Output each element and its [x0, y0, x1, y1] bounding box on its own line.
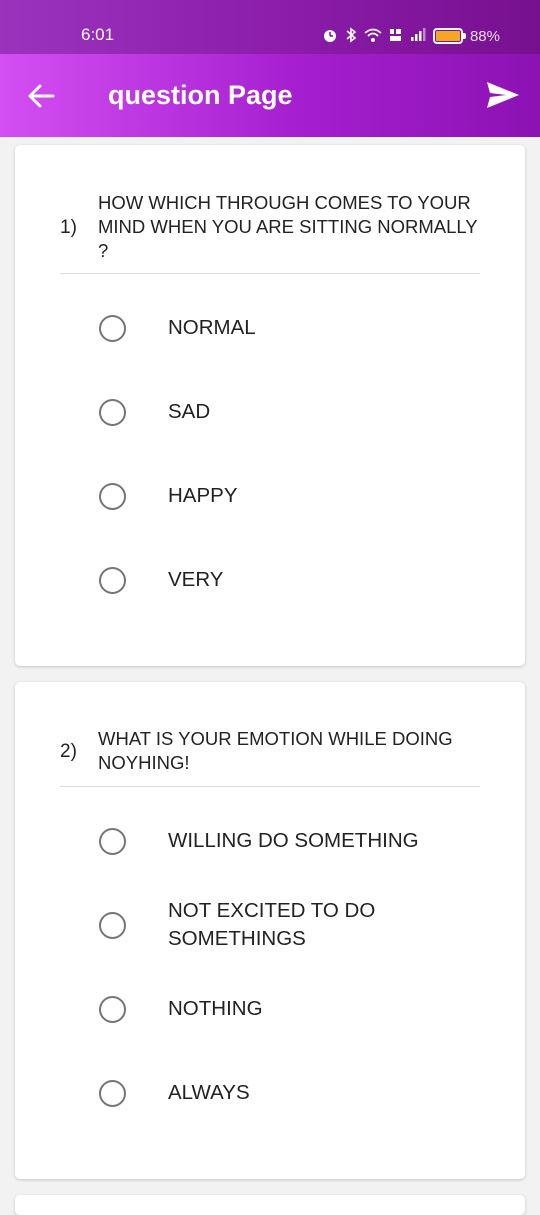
signal-icon [410, 27, 426, 45]
radio-button[interactable] [99, 566, 126, 594]
status-time: 6:01 [81, 25, 115, 44]
option-nothing[interactable]: NOTHING [99, 987, 499, 1031]
option-willing-do-something[interactable]: WILLING DO SOMETHING [99, 819, 499, 863]
option-sad[interactable]: SAD [99, 390, 499, 434]
question-card-3 [15, 1195, 525, 1215]
radio-button[interactable] [99, 398, 126, 426]
radio-button[interactable] [99, 482, 126, 510]
divider [60, 786, 480, 787]
radio-button[interactable] [99, 995, 126, 1023]
option-label: NOTHING [168, 997, 263, 1020]
battery-icon [432, 28, 466, 44]
option-label: NOT EXCITED TO DO SOMETHINGS [168, 899, 376, 950]
option-label: VERY [168, 568, 224, 591]
app-bar: question Page [0, 54, 540, 137]
option-very[interactable]: VERY [99, 558, 499, 602]
status-bar: 6:01 88% [0, 0, 540, 54]
radio-button[interactable] [99, 314, 126, 342]
alarm-icon [322, 27, 338, 46]
option-label: ALWAYS [168, 1081, 250, 1104]
option-label: NORMAL [168, 316, 256, 339]
option-always[interactable]: ALWAYS [99, 1071, 499, 1115]
wifi-icon [364, 27, 382, 46]
radio-button[interactable] [99, 827, 126, 855]
option-label: SAD [168, 400, 211, 423]
option-happy[interactable]: HAPPY [99, 474, 499, 518]
battery-percent: 88% [469, 27, 500, 45]
option-label: HAPPY [168, 484, 238, 507]
volte-icon [389, 27, 403, 46]
back-button[interactable] [26, 82, 56, 110]
question-text: WHAT IS YOUR EMOTION WHILE DOING NOYHING… [98, 728, 453, 773]
page-title: question Page [108, 80, 293, 110]
radio-button[interactable] [99, 1079, 126, 1107]
send-button[interactable] [486, 80, 520, 110]
option-normal[interactable]: NORMAL [99, 306, 499, 350]
bluetooth-icon [345, 26, 357, 46]
status-icons: 88% [322, 25, 500, 47]
question-card-2: 2) WHAT IS YOUR EMOTION WHILE DOING NOYH… [15, 682, 525, 1179]
question-card-1: 1) HOW WHICH THROUGH COMES TO YOUR MIND … [15, 145, 525, 666]
question-text: HOW WHICH THROUGH COMES TO YOUR MIND WHE… [98, 192, 478, 261]
question-number: 2) [60, 741, 77, 762]
divider [60, 273, 480, 274]
question-number: 1) [60, 217, 77, 238]
option-label: WILLING DO SOMETHING [168, 829, 419, 852]
send-icon [487, 82, 519, 108]
option-not-excited[interactable]: NOT EXCITED TO DO SOMETHINGS [99, 895, 499, 955]
arrow-left-icon [28, 84, 55, 108]
app-header: 6:01 88% question Page [0, 0, 540, 137]
radio-button[interactable] [99, 911, 126, 939]
